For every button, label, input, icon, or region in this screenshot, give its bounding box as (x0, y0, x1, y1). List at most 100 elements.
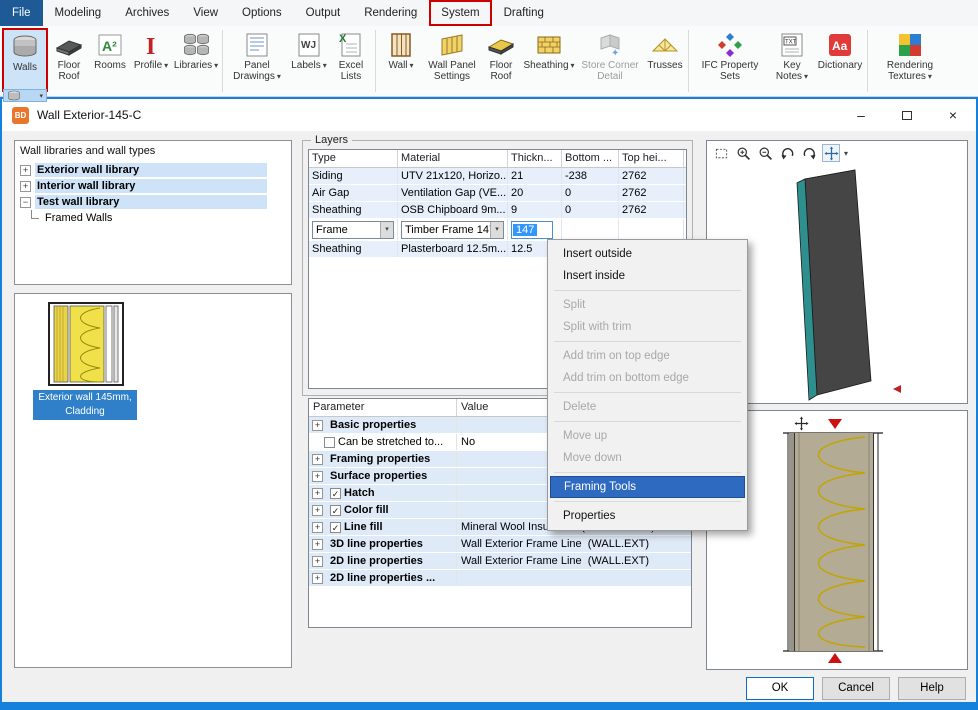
expand-plus-icon[interactable]: + (312, 471, 323, 482)
ribbon-floor-roof-button[interactable]: Floor Roof (48, 28, 90, 92)
ribbon-key-notes-button[interactable]: TXT Key Notes▾ (769, 28, 815, 92)
menu-item-insert-outside[interactable]: Insert outside (548, 243, 747, 265)
expand-plus-icon[interactable]: + (312, 539, 323, 550)
close-button[interactable]: × (930, 99, 976, 131)
dialog-titlebar[interactable]: BD Wall Exterior-145-C – × (2, 99, 976, 131)
menu-system[interactable]: System (429, 0, 491, 26)
param-row-3d-line-properties[interactable]: +3D line properties Wall Exterior Frame … (309, 536, 691, 553)
menu-item-move-down[interactable]: Move down (548, 447, 747, 469)
select-region-icon[interactable] (712, 144, 730, 162)
param-row-2d-line-properties-2[interactable]: +2D line properties ... (309, 570, 691, 587)
layer-row-air-gap[interactable]: Air Gap Ventilation Gap (VE... 20 0 2762 (309, 185, 686, 202)
maximize-button[interactable] (884, 99, 930, 131)
ribbon-floor-roof-2-button[interactable]: Floor Roof (480, 28, 522, 92)
ribbon-dictionary-button[interactable]: Aa Dictionary (815, 28, 865, 92)
menu-item-framing-tools[interactable]: Framing Tools (550, 476, 745, 498)
combo-value: Timber Frame 147i (402, 224, 490, 236)
ribbon-panel-drawings-button[interactable]: Panel Drawings▾ (225, 28, 289, 92)
checkbox-checked[interactable]: ✓ (330, 488, 341, 499)
cancel-button[interactable]: Cancel (822, 677, 890, 700)
cell-thickness: 21 (508, 168, 562, 184)
ribbon-store-corner-detail-button[interactable]: ✦ Store Corner Detail (576, 28, 644, 92)
menu-output[interactable]: Output (294, 0, 353, 26)
view-options-dropdown-icon[interactable]: ▾ (844, 149, 848, 158)
expand-plus-icon[interactable]: + (312, 522, 323, 533)
ribbon-rendering-textures-button[interactable]: Rendering Textures▾ (870, 28, 950, 92)
ok-button[interactable]: OK (746, 677, 814, 700)
tree-item-interior-wall-library[interactable]: + Interior wall library (20, 178, 291, 194)
ribbon-rooms-button[interactable]: A² Rooms (90, 28, 130, 92)
zoom-out-icon[interactable] (756, 144, 774, 162)
thickness-edit-field[interactable]: 147 (511, 221, 553, 239)
param-row-2d-line-properties[interactable]: +2D line properties Wall Exterior Frame … (309, 553, 691, 570)
help-button[interactable]: Help (898, 677, 966, 700)
menu-options[interactable]: Options (230, 0, 294, 26)
expand-plus-icon[interactable]: + (20, 165, 31, 176)
zoom-in-icon[interactable] (734, 144, 752, 162)
menu-item-add-trim-top[interactable]: Add trim on top edge (548, 345, 747, 367)
menu-archives[interactable]: Archives (113, 0, 181, 26)
layer-row-sheathing-outer[interactable]: Sheathing OSB Chipboard 9m... 9 0 2762 (309, 202, 686, 219)
expand-plus-icon[interactable]: + (312, 573, 323, 584)
ribbon-labels-button[interactable]: WJ Labels▾ (289, 28, 329, 92)
menu-item-delete[interactable]: Delete (548, 396, 747, 418)
expand-plus-icon[interactable]: + (312, 556, 323, 567)
menu-file[interactable]: File (0, 0, 43, 26)
ribbon-profile-button[interactable]: I Profile▾ (130, 28, 172, 92)
expand-plus-icon[interactable]: + (312, 505, 323, 516)
walls-gallery-dropdown[interactable]: ▾ (3, 89, 47, 102)
tree-item-test-wall-library[interactable]: − Test wall library (20, 194, 291, 210)
menu-rendering[interactable]: Rendering (352, 0, 429, 26)
column-header-thickness[interactable]: Thickn... (508, 150, 562, 167)
layer-row-frame-selected[interactable]: Frame ▾ Timber Frame 147i ▾ (309, 219, 686, 241)
menu-item-properties[interactable]: Properties (548, 505, 747, 527)
ribbon-libraries-button[interactable]: Libraries▾ (172, 28, 220, 92)
wall-type-thumbnail[interactable] (48, 302, 124, 389)
layer-row-siding[interactable]: Siding UTV 21x120, Horizo... 21 -238 276… (309, 168, 686, 185)
ribbon-ifc-property-sets-button[interactable]: IFC Property Sets (691, 28, 769, 92)
expand-plus-icon[interactable]: + (312, 488, 323, 499)
tree-item-framed-walls[interactable]: Framed Walls (20, 210, 291, 226)
combo-dropdown-icon[interactable]: ▾ (490, 222, 503, 238)
ribbon-wall-button[interactable]: Wall▾ (378, 28, 424, 92)
checkbox-checked[interactable]: ✓ (330, 505, 341, 516)
menu-modeling[interactable]: Modeling (43, 0, 114, 26)
ribbon-wall-panel-settings-button[interactable]: Wall Panel Settings (424, 28, 480, 92)
ribbon-walls-button[interactable]: Walls (2, 28, 48, 92)
menu-item-add-trim-bottom[interactable]: Add trim on bottom edge (548, 367, 747, 389)
layers-table-header: Type Material Thickn... Bottom ... Top h… (309, 150, 686, 168)
ribbon-trusses-button[interactable]: Trusses (644, 28, 686, 92)
rotate-left-icon[interactable] (778, 144, 796, 162)
wall-type-name-badge[interactable]: Exterior wall 145mm, Cladding (33, 390, 137, 420)
expand-minus-icon[interactable]: − (20, 197, 31, 208)
menu-item-move-up[interactable]: Move up (548, 425, 747, 447)
tree-item-exterior-wall-library[interactable]: + Exterior wall library (20, 162, 291, 178)
column-header-material[interactable]: Material (398, 150, 508, 167)
param-label: Color fill (344, 504, 389, 516)
menu-item-split[interactable]: Split (548, 294, 747, 316)
column-header-bottom[interactable]: Bottom ... (562, 150, 619, 167)
pan-icon[interactable] (792, 414, 810, 432)
rotate-right-icon[interactable] (800, 144, 818, 162)
ribbon-excel-lists-button[interactable]: X Excel Lists (329, 28, 373, 92)
expand-plus-icon[interactable]: + (312, 454, 323, 465)
frame-type-combobox[interactable]: Frame ▾ (312, 221, 394, 239)
cell-bottom: 0 (562, 202, 619, 218)
expand-plus-icon[interactable]: + (312, 420, 323, 431)
menu-drafting[interactable]: Drafting (492, 0, 556, 26)
combo-dropdown-icon[interactable]: ▾ (380, 222, 393, 238)
checkmark-icon: ✓ (332, 489, 340, 499)
checkbox-unchecked[interactable] (324, 437, 335, 448)
ribbon-sheathing-button[interactable]: Sheathing▾ (522, 28, 576, 92)
expand-plus-icon[interactable]: + (20, 181, 31, 192)
menu-view[interactable]: View (181, 0, 230, 26)
menu-item-split-with-trim[interactable]: Split with trim (548, 316, 747, 338)
column-header-parameter[interactable]: Parameter (309, 399, 457, 416)
checkbox-checked[interactable]: ✓ (330, 522, 341, 533)
minimize-button[interactable]: – (838, 99, 884, 131)
menu-item-insert-inside[interactable]: Insert inside (548, 265, 747, 287)
column-header-type[interactable]: Type (309, 150, 398, 167)
column-header-top[interactable]: Top hei... (619, 150, 684, 167)
frame-material-combobox[interactable]: Timber Frame 147i ▾ (401, 221, 504, 239)
pan-icon[interactable] (822, 144, 840, 162)
